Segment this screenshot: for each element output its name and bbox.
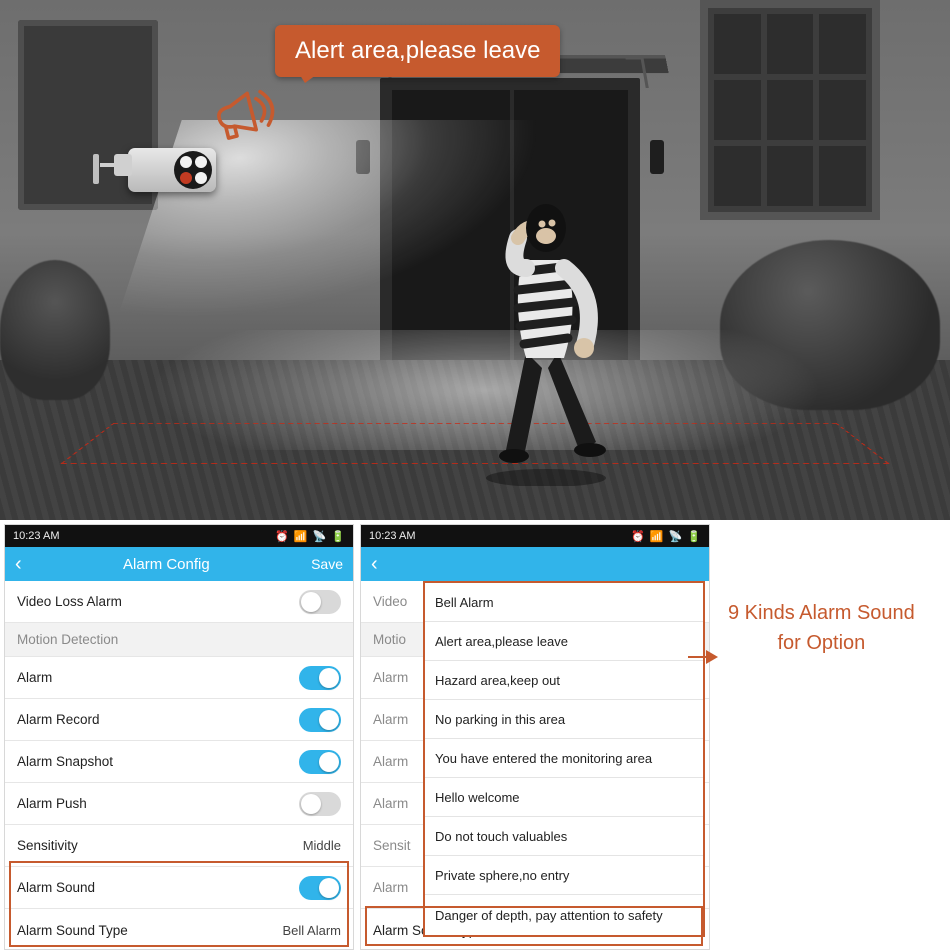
signal-icon bbox=[650, 530, 664, 543]
row-alarm[interactable]: Alarm bbox=[5, 657, 353, 699]
callout-line-2: for Option bbox=[728, 628, 915, 658]
security-camera bbox=[128, 148, 216, 192]
video-loss-label: Video Loss Alarm bbox=[17, 594, 122, 609]
video-faded-label: Video bbox=[373, 594, 407, 609]
callout-line-1: 9 Kinds Alarm Sound bbox=[728, 598, 915, 628]
alarm-sound-type-label: Alarm Sound Type bbox=[17, 923, 128, 938]
option-hello-welcome[interactable]: Hello welcome bbox=[425, 778, 703, 817]
wifi-icon bbox=[313, 530, 327, 543]
intruder-figure bbox=[468, 198, 628, 491]
callout-text: 9 Kinds Alarm Sound for Option bbox=[728, 598, 915, 658]
alarm-label: Alarm bbox=[17, 670, 52, 685]
status-icons bbox=[275, 530, 345, 543]
nav-bar: ‹ bbox=[361, 547, 709, 581]
phone-screenshot-2: 10:23 AM ‹ Video Motio Alarm Alarm Alarm… bbox=[360, 524, 710, 950]
option-do-not-touch[interactable]: Do not touch valuables bbox=[425, 817, 703, 856]
alarm-sound-label: Alarm Sound bbox=[17, 880, 95, 895]
alarm-clock-icon bbox=[631, 530, 645, 543]
sensitivity-value: Middle bbox=[303, 838, 341, 853]
wifi-icon bbox=[669, 530, 683, 543]
alarm-faded-label: Alarm bbox=[373, 670, 408, 685]
status-bar: 10:23 AM bbox=[361, 525, 709, 547]
alarm-snapshot-label: Alarm Snapshot bbox=[17, 754, 113, 769]
alarm-faded-label: Alarm bbox=[373, 712, 408, 727]
hero-scene: Alert area,please leave bbox=[0, 0, 950, 520]
row-video-loss-alarm[interactable]: Video Loss Alarm bbox=[5, 581, 353, 623]
alarm-push-toggle[interactable] bbox=[299, 792, 341, 816]
alarm-faded-label: Alarm bbox=[373, 796, 408, 811]
option-alert-area[interactable]: Alert area,please leave bbox=[425, 622, 703, 661]
status-time: 10:23 AM bbox=[369, 530, 415, 542]
signal-icon bbox=[294, 530, 308, 543]
option-danger-depth[interactable]: Danger of depth, pay attention to safety bbox=[425, 895, 703, 935]
shrub-left bbox=[0, 260, 110, 400]
phone-screenshot-1: 10:23 AM ‹ Alarm Config Save Video Loss … bbox=[4, 524, 354, 950]
option-private-sphere[interactable]: Private sphere,no entry bbox=[425, 856, 703, 895]
option-bell-alarm[interactable]: Bell Alarm bbox=[425, 583, 703, 622]
alarm-clock-icon bbox=[275, 530, 289, 543]
shrub-right bbox=[720, 240, 940, 410]
sensitivity-faded-label: Sensit bbox=[373, 838, 411, 853]
wall-sconce-right bbox=[650, 140, 664, 174]
alarm-record-label: Alarm Record bbox=[17, 712, 100, 727]
status-bar: 10:23 AM bbox=[5, 525, 353, 547]
row-sensitivity[interactable]: Sensitivity Middle bbox=[5, 825, 353, 867]
battery-icon bbox=[687, 530, 701, 543]
alarm-faded-label: Alarm bbox=[373, 754, 408, 769]
alarm-sound-dropdown: Bell Alarm Alert area,please leave Hazar… bbox=[423, 581, 705, 937]
alarm-push-label: Alarm Push bbox=[17, 796, 87, 811]
alarm-snapshot-toggle[interactable] bbox=[299, 750, 341, 774]
nav-bar: ‹ Alarm Config Save bbox=[5, 547, 353, 581]
status-icons bbox=[631, 530, 701, 543]
alarm-sound-toggle[interactable] bbox=[299, 876, 341, 900]
alarm-record-toggle[interactable] bbox=[299, 708, 341, 732]
battery-icon bbox=[331, 530, 345, 543]
house-window bbox=[700, 0, 880, 220]
back-button[interactable]: ‹ bbox=[371, 554, 378, 574]
row-alarm-sound[interactable]: Alarm Sound bbox=[5, 867, 353, 909]
row-alarm-push[interactable]: Alarm Push bbox=[5, 783, 353, 825]
sensitivity-label: Sensitivity bbox=[17, 838, 78, 853]
speech-bubble: Alert area,please leave bbox=[275, 25, 560, 77]
alarm-toggle[interactable] bbox=[299, 666, 341, 690]
video-loss-toggle[interactable] bbox=[299, 590, 341, 614]
option-hazard-area[interactable]: Hazard area,keep out bbox=[425, 661, 703, 700]
bottom-panel: 10:23 AM ‹ Alarm Config Save Video Loss … bbox=[0, 520, 950, 950]
status-time: 10:23 AM bbox=[13, 530, 59, 542]
row-alarm-snapshot[interactable]: Alarm Snapshot bbox=[5, 741, 353, 783]
back-button[interactable]: ‹ bbox=[15, 554, 22, 574]
alarm-faded-label: Alarm bbox=[373, 880, 408, 895]
row-alarm-sound-type[interactable]: Alarm Sound Type Bell Alarm bbox=[5, 909, 353, 951]
nav-title: Alarm Config bbox=[22, 556, 311, 573]
callout-arrow-icon bbox=[706, 650, 718, 664]
save-button[interactable]: Save bbox=[311, 556, 343, 572]
option-monitoring-area[interactable]: You have entered the monitoring area bbox=[425, 739, 703, 778]
section-motion-detection: Motion Detection bbox=[5, 623, 353, 657]
speech-text: Alert area,please leave bbox=[295, 37, 540, 64]
option-no-parking[interactable]: No parking in this area bbox=[425, 700, 703, 739]
alarm-sound-type-value: Bell Alarm bbox=[282, 923, 341, 938]
row-alarm-record[interactable]: Alarm Record bbox=[5, 699, 353, 741]
wall-sconce-left bbox=[356, 140, 370, 174]
